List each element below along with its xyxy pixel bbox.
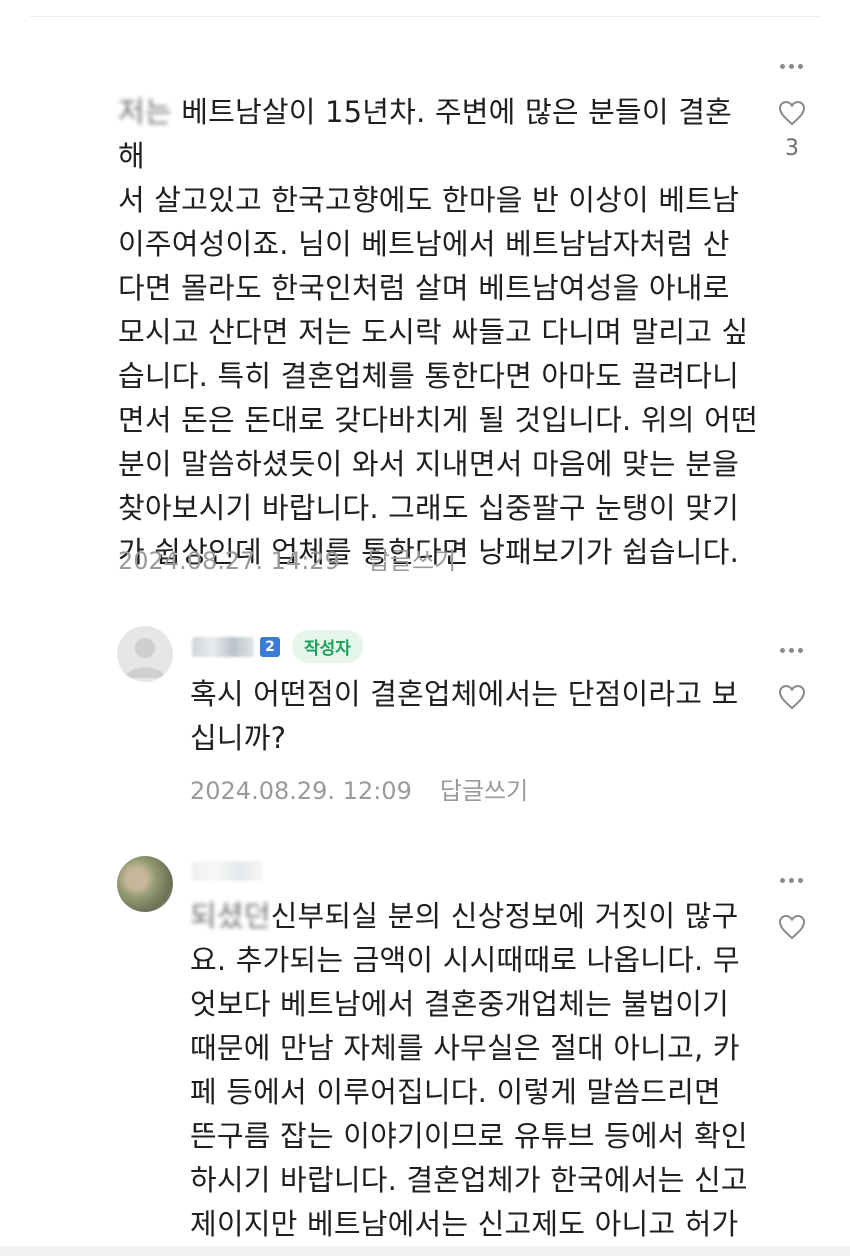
top-divider	[30, 16, 820, 17]
comment-meta: 2024.08.27. 14:29 답글쓰기	[118, 541, 456, 576]
nickname-blurred[interactable]	[192, 860, 262, 881]
comment-body: 저는 베트남살이 15년차. 주변에 많은 분들이 결혼해 서 살고있고 한국고…	[118, 90, 758, 574]
heart-outline-icon	[778, 914, 806, 940]
heart-outline-icon	[778, 100, 806, 126]
comment-line: 요. 추가되는 금액이 시시때때로 나옵니다. 무	[190, 943, 740, 977]
blurred-text: 저는	[118, 95, 172, 129]
comment-line: 혹시 어떤점이 결혼업체에서는 단점이라고 보	[190, 677, 739, 711]
comment-line: 저는 베트남살이 15년차. 주변에 많은 분들이 결혼해	[118, 90, 758, 178]
comment-body: 혹시 어떤점이 결혼업체에서는 단점이라고 보 십니까?	[190, 672, 760, 760]
comment-line: 엇보다 베트남에서 결혼중개업체는 불법이기	[190, 987, 729, 1021]
comment-line: 제이지만 베트남에서는 신고제도 아니고 허가	[190, 1207, 739, 1241]
heart-outline-icon	[778, 684, 806, 710]
comment-line: 이주여성이죠. 님이 베트남에서 베트남남자처럼 산	[118, 227, 730, 261]
avatar[interactable]	[117, 626, 173, 682]
comment-line: 분이 말씀하셨듯이 와서 지내면서 마음에 맞는 분을	[118, 447, 739, 481]
comment-meta: 2024.08.29. 12:09 답글쓰기	[190, 771, 528, 806]
comment-line: 페 등에서 이루어집니다. 이렇게 말씀드리면	[190, 1075, 721, 1109]
comment-line: 찾아보시기 바랍니다. 그래도 십중팔구 눈탱이 맞기	[118, 491, 739, 525]
comment-body: 되셨던신부되실 분의 신상정보에 거짓이 많구 요. 추가되는 금액이 시시때때…	[190, 894, 760, 1246]
blurred-text: 되셨던	[190, 899, 271, 933]
comment-line: 십니까?	[190, 721, 287, 755]
more-options-icon[interactable]	[778, 52, 805, 74]
comment-line: 면서 돈은 돈대로 갖다바치게 될 것입니다. 위의 어떤	[118, 403, 758, 437]
more-options-icon[interactable]	[778, 866, 805, 888]
like-button[interactable]: 3	[772, 100, 812, 161]
comment-line: 뜬구름 잡는 이야기이므로 유튜브 등에서 확인	[190, 1119, 748, 1153]
author-row	[192, 860, 262, 881]
comment-line: 다면 몰라도 한국인처럼 살며 베트남여성을 아내로	[118, 271, 730, 305]
default-avatar-icon	[125, 638, 165, 678]
like-button[interactable]	[772, 684, 812, 710]
like-count: 3	[785, 136, 799, 161]
author-row: 2 작성자	[192, 630, 363, 663]
nickname-blurred[interactable]	[192, 636, 254, 657]
level-badge: 2	[260, 636, 280, 657]
comment-date: 2024.08.29. 12:09	[190, 777, 412, 805]
author-badge: 작성자	[292, 630, 363, 663]
reply-button[interactable]: 답글쓰기	[440, 777, 528, 805]
comment-line: 서 살고있고 한국고향에도 한마을 반 이상이 베트남	[118, 183, 739, 217]
comment-date: 2024.08.27. 14:29	[118, 547, 340, 575]
like-button[interactable]	[772, 914, 812, 940]
comment-line: 때문에 만남 자체를 사무실은 절대 아니고, 카	[190, 1031, 740, 1065]
comment-line: 모시고 산다면 저는 도시락 싸들고 다니며 말리고 싶	[118, 315, 749, 349]
bottom-edge	[0, 1246, 850, 1256]
comment-line: 하시기 바랍니다. 결혼업체가 한국에서는 신고	[190, 1163, 748, 1197]
more-options-icon[interactable]	[778, 636, 805, 658]
comment-line: 되셨던신부되실 분의 신상정보에 거짓이 많구	[190, 894, 760, 938]
reply-button[interactable]: 답글쓰기	[368, 547, 456, 575]
comment-line: 습니다. 특히 결혼업체를 통한다면 아마도 끌려다니	[118, 359, 739, 393]
avatar[interactable]	[117, 856, 173, 912]
